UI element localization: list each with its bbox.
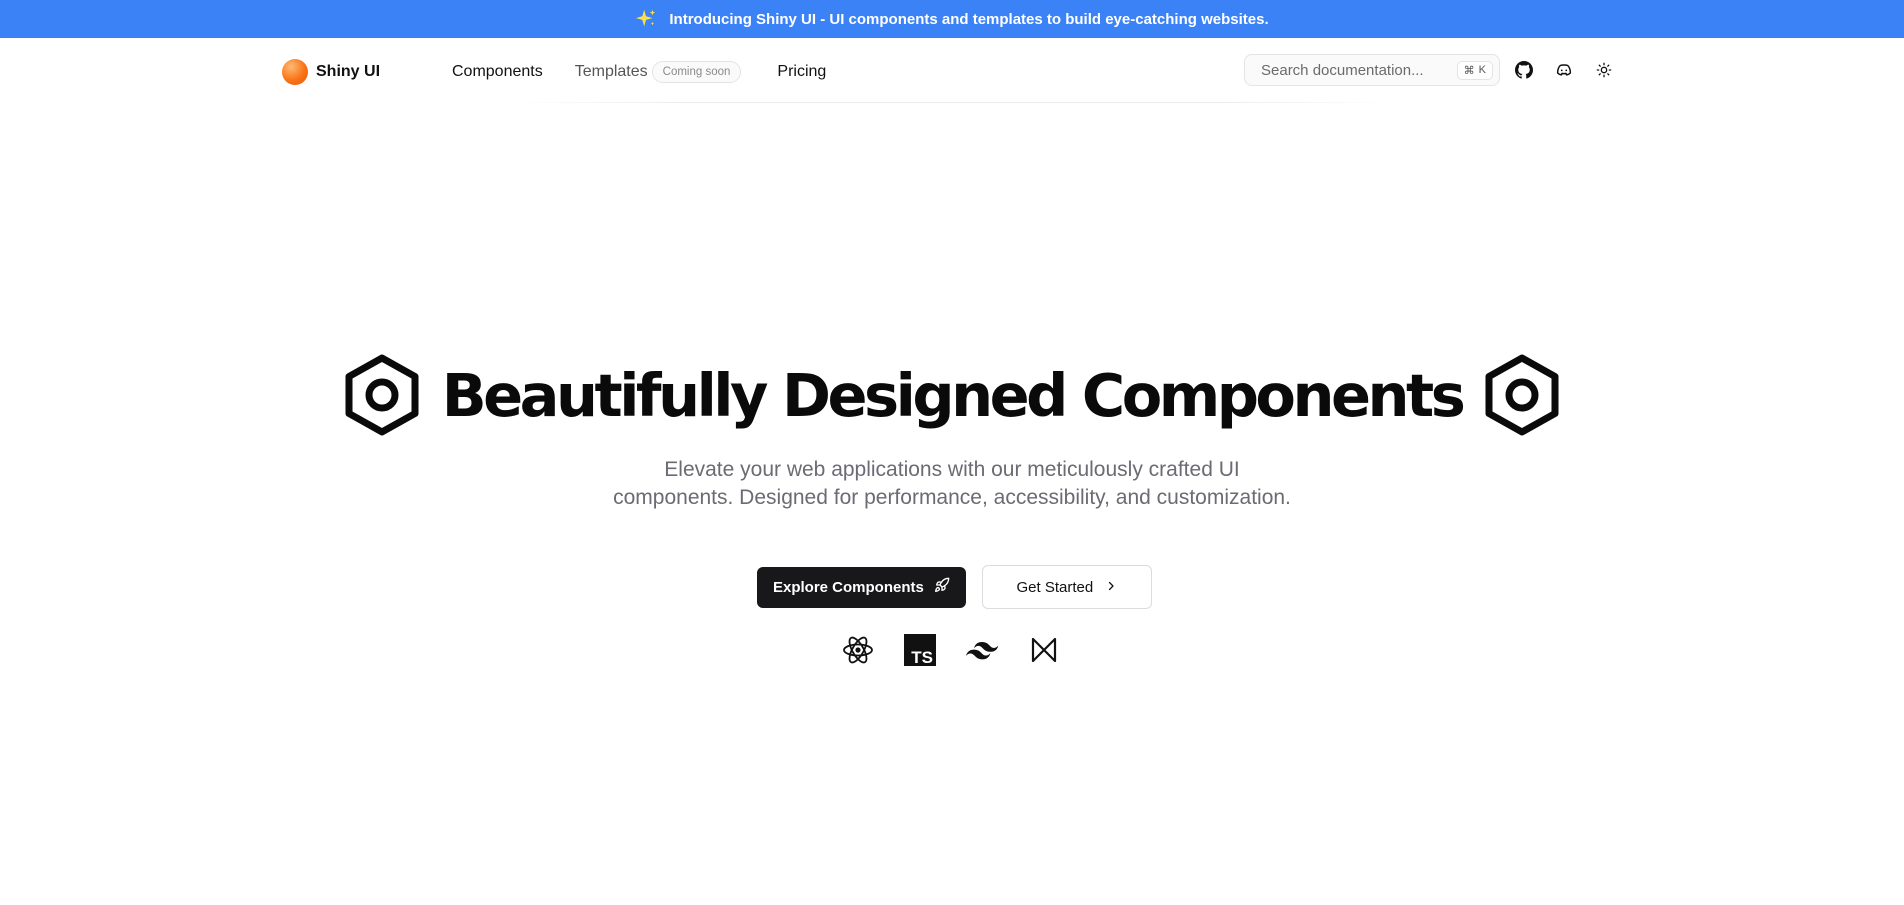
tailwind-icon: [964, 632, 1000, 668]
hexagon-nut-icon: [1482, 353, 1562, 437]
header-icons: [1508, 56, 1618, 84]
react-icon: [840, 632, 876, 668]
brand-name: Shiny UI: [316, 63, 381, 80]
nav-item-templates[interactable]: Templates: [575, 63, 648, 81]
brand-link[interactable]: Shiny UI: [282, 58, 380, 86]
header-divider: [512, 102, 1392, 103]
framer-motion-icon: [1026, 632, 1062, 668]
chevron-right-icon: [1105, 579, 1117, 596]
hero-title: Beautifully Designed Components: [441, 360, 1466, 430]
typescript-label: TS: [911, 648, 933, 666]
rocket-icon: [934, 577, 950, 597]
get-started-label: Get Started: [1016, 578, 1094, 596]
search-placeholder: Search documentation...: [1261, 61, 1424, 79]
github-icon[interactable]: [1510, 56, 1538, 84]
announcement-text: Introducing Shiny UI - UI components and…: [669, 10, 1269, 28]
coming-soon-badge: Coming soon: [651, 61, 742, 83]
navbar: Shiny UI Components Templates Coming soo…: [0, 38, 1904, 104]
logo-icon: [282, 59, 308, 85]
typescript-icon: TS: [902, 632, 938, 668]
discord-icon[interactable]: [1550, 56, 1578, 84]
tech-stack-icons: TS: [840, 632, 1062, 668]
search-shortcut: ⌘ K: [1456, 60, 1493, 80]
hexagon-nut-icon: [342, 353, 422, 437]
nav-item-components[interactable]: Components: [452, 63, 543, 81]
command-key: ⌘: [1463, 64, 1475, 77]
k-key: K: [1478, 64, 1486, 76]
sparkles-icon: [635, 8, 657, 30]
cta-row: Explore Components Get Started: [757, 565, 1152, 609]
hero-subtitle: Elevate your web applications with our m…: [613, 458, 1291, 509]
sun-icon[interactable]: [1590, 56, 1618, 84]
get-started-button[interactable]: Get Started: [981, 565, 1152, 609]
main-nav: Components Templates Coming soon Pricing: [452, 58, 858, 86]
explore-components-label: Explore Components: [773, 578, 924, 596]
nav-item-pricing[interactable]: Pricing: [777, 63, 826, 81]
search-input[interactable]: Search documentation... ⌘ K: [1244, 54, 1500, 86]
hero-title-row: Beautifully Designed Components: [0, 350, 1904, 440]
explore-components-button[interactable]: Explore Components: [757, 566, 966, 608]
announcement-banner[interactable]: Introducing Shiny UI - UI components and…: [0, 0, 1904, 38]
